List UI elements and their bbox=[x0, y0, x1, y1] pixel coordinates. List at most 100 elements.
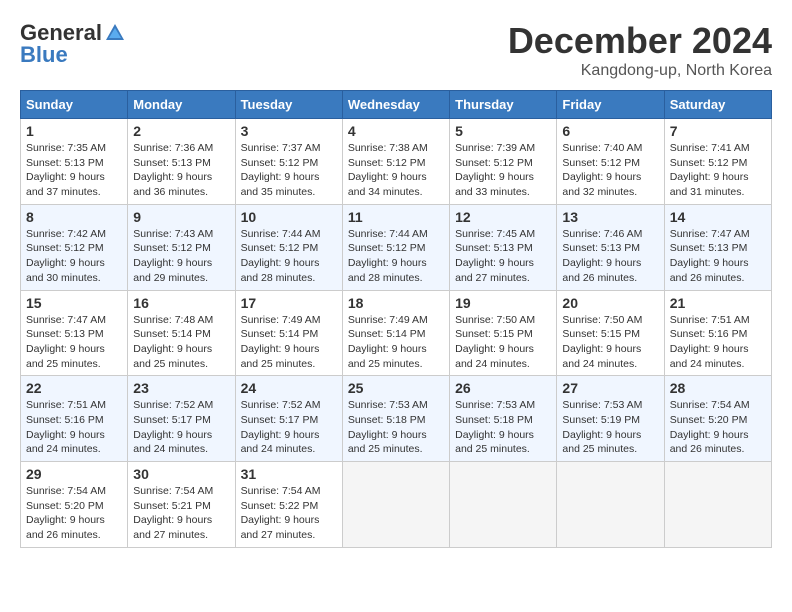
day-info: Sunrise: 7:39 AM Sunset: 5:12 PM Dayligh… bbox=[455, 141, 551, 200]
day-number: 3 bbox=[241, 123, 337, 139]
sunrise-label: Sunrise: 7:53 AM bbox=[455, 399, 535, 411]
daylight-label: Daylight: 9 hoursand 34 minutes. bbox=[348, 171, 427, 198]
table-row: 14 Sunrise: 7:47 AM Sunset: 5:13 PM Dayl… bbox=[664, 204, 771, 290]
sunset-label: Sunset: 5:12 PM bbox=[241, 157, 319, 169]
day-info: Sunrise: 7:38 AM Sunset: 5:12 PM Dayligh… bbox=[348, 141, 444, 200]
header-row: Sunday Monday Tuesday Wednesday Thursday… bbox=[21, 91, 772, 119]
day-info: Sunrise: 7:36 AM Sunset: 5:13 PM Dayligh… bbox=[133, 141, 229, 200]
daylight-label: Daylight: 9 hoursand 24 minutes. bbox=[562, 343, 641, 370]
day-number: 31 bbox=[241, 466, 337, 482]
daylight-label: Daylight: 9 hoursand 24 minutes. bbox=[241, 429, 320, 456]
daylight-label: Daylight: 9 hoursand 25 minutes. bbox=[348, 429, 427, 456]
sunrise-label: Sunrise: 7:49 AM bbox=[348, 314, 428, 326]
day-info: Sunrise: 7:53 AM Sunset: 5:18 PM Dayligh… bbox=[348, 398, 444, 457]
day-number: 21 bbox=[670, 295, 766, 311]
table-row: 28 Sunrise: 7:54 AM Sunset: 5:20 PM Dayl… bbox=[664, 376, 771, 462]
sunrise-label: Sunrise: 7:40 AM bbox=[562, 142, 642, 154]
table-row: 22 Sunrise: 7:51 AM Sunset: 5:16 PM Dayl… bbox=[21, 376, 128, 462]
sunset-label: Sunset: 5:19 PM bbox=[562, 414, 640, 426]
table-row: 29 Sunrise: 7:54 AM Sunset: 5:20 PM Dayl… bbox=[21, 462, 128, 548]
sunrise-label: Sunrise: 7:39 AM bbox=[455, 142, 535, 154]
sunset-label: Sunset: 5:18 PM bbox=[455, 414, 533, 426]
table-row: 19 Sunrise: 7:50 AM Sunset: 5:15 PM Dayl… bbox=[450, 290, 557, 376]
sunrise-label: Sunrise: 7:49 AM bbox=[241, 314, 321, 326]
table-row: 4 Sunrise: 7:38 AM Sunset: 5:12 PM Dayli… bbox=[342, 119, 449, 205]
daylight-label: Daylight: 9 hoursand 25 minutes. bbox=[26, 343, 105, 370]
sunset-label: Sunset: 5:16 PM bbox=[670, 328, 748, 340]
table-row: 18 Sunrise: 7:49 AM Sunset: 5:14 PM Dayl… bbox=[342, 290, 449, 376]
day-info: Sunrise: 7:54 AM Sunset: 5:21 PM Dayligh… bbox=[133, 484, 229, 543]
table-row bbox=[342, 462, 449, 548]
day-info: Sunrise: 7:52 AM Sunset: 5:17 PM Dayligh… bbox=[133, 398, 229, 457]
day-number: 19 bbox=[455, 295, 551, 311]
day-info: Sunrise: 7:45 AM Sunset: 5:13 PM Dayligh… bbox=[455, 227, 551, 286]
day-info: Sunrise: 7:44 AM Sunset: 5:12 PM Dayligh… bbox=[241, 227, 337, 286]
sunset-label: Sunset: 5:20 PM bbox=[670, 414, 748, 426]
day-info: Sunrise: 7:48 AM Sunset: 5:14 PM Dayligh… bbox=[133, 313, 229, 372]
day-number: 4 bbox=[348, 123, 444, 139]
daylight-label: Daylight: 9 hoursand 36 minutes. bbox=[133, 171, 212, 198]
sunrise-label: Sunrise: 7:44 AM bbox=[348, 228, 428, 240]
sunrise-label: Sunrise: 7:54 AM bbox=[133, 485, 213, 497]
calendar-week-row: 29 Sunrise: 7:54 AM Sunset: 5:20 PM Dayl… bbox=[21, 462, 772, 548]
sunrise-label: Sunrise: 7:53 AM bbox=[348, 399, 428, 411]
sunset-label: Sunset: 5:12 PM bbox=[562, 157, 640, 169]
col-saturday: Saturday bbox=[664, 91, 771, 119]
sunrise-label: Sunrise: 7:43 AM bbox=[133, 228, 213, 240]
day-number: 25 bbox=[348, 380, 444, 396]
month-title: December 2024 bbox=[508, 20, 772, 62]
sunrise-label: Sunrise: 7:52 AM bbox=[133, 399, 213, 411]
table-row: 31 Sunrise: 7:54 AM Sunset: 5:22 PM Dayl… bbox=[235, 462, 342, 548]
sunset-label: Sunset: 5:13 PM bbox=[26, 328, 104, 340]
day-info: Sunrise: 7:50 AM Sunset: 5:15 PM Dayligh… bbox=[455, 313, 551, 372]
daylight-label: Daylight: 9 hoursand 24 minutes. bbox=[133, 429, 212, 456]
sunset-label: Sunset: 5:15 PM bbox=[562, 328, 640, 340]
sunset-label: Sunset: 5:12 PM bbox=[26, 242, 104, 254]
sunset-label: Sunset: 5:12 PM bbox=[133, 242, 211, 254]
sunset-label: Sunset: 5:14 PM bbox=[241, 328, 319, 340]
col-tuesday: Tuesday bbox=[235, 91, 342, 119]
col-monday: Monday bbox=[128, 91, 235, 119]
day-info: Sunrise: 7:50 AM Sunset: 5:15 PM Dayligh… bbox=[562, 313, 658, 372]
daylight-label: Daylight: 9 hoursand 26 minutes. bbox=[562, 257, 641, 284]
day-number: 15 bbox=[26, 295, 122, 311]
day-info: Sunrise: 7:52 AM Sunset: 5:17 PM Dayligh… bbox=[241, 398, 337, 457]
daylight-label: Daylight: 9 hoursand 37 minutes. bbox=[26, 171, 105, 198]
daylight-label: Daylight: 9 hoursand 25 minutes. bbox=[133, 343, 212, 370]
col-friday: Friday bbox=[557, 91, 664, 119]
table-row: 11 Sunrise: 7:44 AM Sunset: 5:12 PM Dayl… bbox=[342, 204, 449, 290]
sunset-label: Sunset: 5:17 PM bbox=[133, 414, 211, 426]
location-subtitle: Kangdong-up, North Korea bbox=[508, 62, 772, 80]
table-row: 21 Sunrise: 7:51 AM Sunset: 5:16 PM Dayl… bbox=[664, 290, 771, 376]
day-number: 16 bbox=[133, 295, 229, 311]
sunrise-label: Sunrise: 7:47 AM bbox=[670, 228, 750, 240]
table-row: 5 Sunrise: 7:39 AM Sunset: 5:12 PM Dayli… bbox=[450, 119, 557, 205]
logo-icon bbox=[104, 22, 126, 44]
logo-blue: Blue bbox=[20, 42, 68, 68]
table-row: 1 Sunrise: 7:35 AM Sunset: 5:13 PM Dayli… bbox=[21, 119, 128, 205]
daylight-label: Daylight: 9 hoursand 33 minutes. bbox=[455, 171, 534, 198]
daylight-label: Daylight: 9 hoursand 28 minutes. bbox=[348, 257, 427, 284]
sunrise-label: Sunrise: 7:35 AM bbox=[26, 142, 106, 154]
day-info: Sunrise: 7:49 AM Sunset: 5:14 PM Dayligh… bbox=[241, 313, 337, 372]
day-number: 6 bbox=[562, 123, 658, 139]
calendar-week-row: 22 Sunrise: 7:51 AM Sunset: 5:16 PM Dayl… bbox=[21, 376, 772, 462]
sunrise-label: Sunrise: 7:44 AM bbox=[241, 228, 321, 240]
sunset-label: Sunset: 5:15 PM bbox=[455, 328, 533, 340]
logo: General Blue bbox=[20, 20, 128, 68]
sunset-label: Sunset: 5:13 PM bbox=[562, 242, 640, 254]
day-info: Sunrise: 7:35 AM Sunset: 5:13 PM Dayligh… bbox=[26, 141, 122, 200]
daylight-label: Daylight: 9 hoursand 26 minutes. bbox=[670, 429, 749, 456]
sunset-label: Sunset: 5:14 PM bbox=[133, 328, 211, 340]
day-info: Sunrise: 7:53 AM Sunset: 5:18 PM Dayligh… bbox=[455, 398, 551, 457]
day-number: 18 bbox=[348, 295, 444, 311]
day-number: 2 bbox=[133, 123, 229, 139]
calendar-week-row: 8 Sunrise: 7:42 AM Sunset: 5:12 PM Dayli… bbox=[21, 204, 772, 290]
day-number: 27 bbox=[562, 380, 658, 396]
table-row: 24 Sunrise: 7:52 AM Sunset: 5:17 PM Dayl… bbox=[235, 376, 342, 462]
sunrise-label: Sunrise: 7:47 AM bbox=[26, 314, 106, 326]
day-number: 14 bbox=[670, 209, 766, 225]
sunset-label: Sunset: 5:16 PM bbox=[26, 414, 104, 426]
table-row: 16 Sunrise: 7:48 AM Sunset: 5:14 PM Dayl… bbox=[128, 290, 235, 376]
table-row: 8 Sunrise: 7:42 AM Sunset: 5:12 PM Dayli… bbox=[21, 204, 128, 290]
